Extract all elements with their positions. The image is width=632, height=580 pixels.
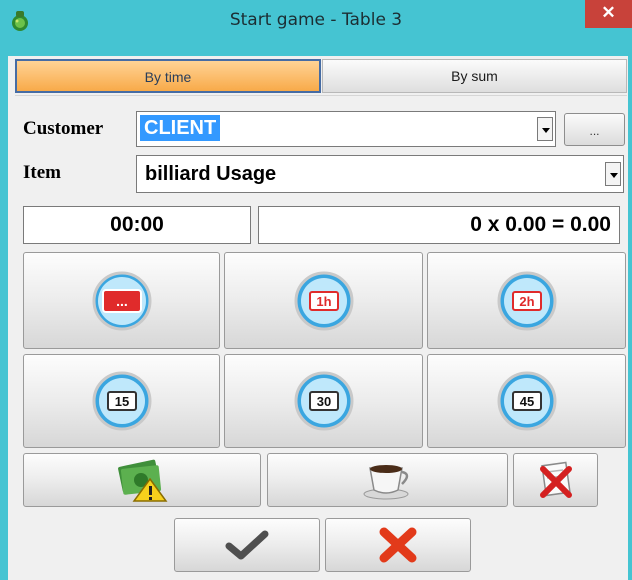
forty-five-minute-badge: 45 — [519, 394, 533, 409]
dialog-window: Start game - Table 3 ✕ By time By sum Cu… — [0, 0, 632, 580]
browse-customer-button[interactable]: ... — [564, 113, 625, 146]
custom-time-clock-icon: ... — [92, 271, 151, 330]
ok-button[interactable] — [174, 518, 320, 572]
fifteen-minute-clock-icon: 15 — [92, 371, 151, 431]
payment-warning-button[interactable] — [23, 453, 261, 507]
window-title: Start game - Table 3 — [229, 10, 403, 30]
price-display: 0 x 0.00 = 0.00 — [258, 206, 620, 244]
customer-value: CLIENT — [140, 115, 221, 141]
cancel-order-button[interactable] — [513, 453, 598, 507]
two-hour-badge: 2h — [519, 294, 534, 309]
one-hour-clock-icon: 1h — [294, 271, 353, 330]
mode-tabs: By time By sum — [15, 59, 627, 93]
red-x-icon — [379, 527, 417, 563]
two-hours-button[interactable]: 2h — [427, 252, 626, 349]
checkmark-icon — [225, 530, 269, 560]
tab-by-time[interactable]: By time — [15, 59, 321, 93]
customer-label: Customer — [23, 118, 104, 139]
tab-divider — [15, 95, 627, 96]
customer-combobox[interactable]: CLIENT — [136, 111, 556, 147]
item-value: billiard Usage — [145, 163, 277, 185]
chevron-down-icon[interactable] — [605, 162, 621, 186]
money-warning-icon — [118, 459, 168, 502]
item-combobox[interactable]: billiard Usage — [136, 155, 624, 193]
thirty-minute-clock-icon: 30 — [294, 371, 353, 431]
coffee-cup-icon — [363, 465, 408, 500]
thirty-minute-badge: 30 — [316, 394, 330, 409]
cancel-document-icon — [539, 461, 572, 498]
fifteen-minute-badge: 15 — [114, 394, 128, 409]
two-hour-clock-icon: 2h — [497, 271, 556, 330]
title-bar[interactable]: Start game - Table 3 ✕ — [0, 0, 632, 40]
forty-five-minute-clock-icon: 45 — [497, 371, 556, 431]
close-button[interactable]: ✕ — [585, 0, 632, 28]
tab-by-sum[interactable]: By sum — [322, 59, 627, 93]
custom-time-badge: ... — [116, 293, 128, 309]
fifteen-minutes-button[interactable]: 15 — [23, 354, 220, 448]
forty-five-minutes-button[interactable]: 45 — [427, 354, 626, 448]
item-label: Item — [23, 162, 61, 183]
one-hour-badge: 1h — [316, 294, 331, 309]
cancel-button[interactable] — [325, 518, 471, 572]
bar-order-button[interactable] — [267, 453, 508, 507]
time-display: 00:00 — [23, 206, 251, 244]
thirty-minutes-button[interactable]: 30 — [224, 354, 423, 448]
one-hour-button[interactable]: 1h — [224, 252, 423, 349]
custom-time-button[interactable]: ... — [23, 252, 220, 349]
chevron-down-icon[interactable] — [537, 117, 553, 141]
